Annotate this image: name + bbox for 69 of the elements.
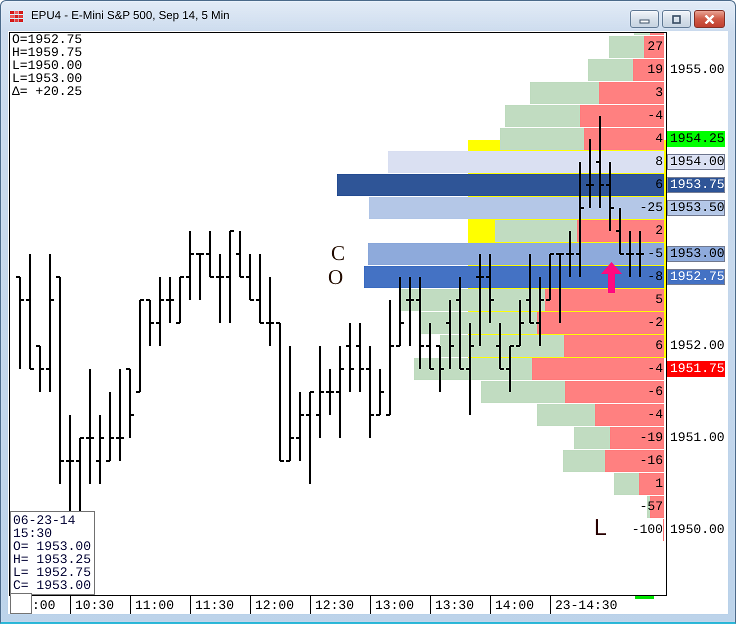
price-label: 1954.25 (667, 131, 725, 147)
time-label: 23-14:30 (550, 596, 618, 614)
price-label: 1953.50 (667, 200, 725, 216)
time-label: 12:00 (250, 596, 310, 614)
price-label: 1951.75 (667, 361, 725, 377)
bar-info-line: O= 1953.00 (13, 540, 92, 553)
price-label: 1953.00 (667, 246, 725, 262)
delta-value: 6 (655, 180, 663, 190)
price-label: 1950.00 (669, 522, 725, 538)
summary-line: L=1953.00 (12, 72, 82, 85)
minimize-button[interactable] (630, 10, 659, 28)
bar-info-line: H= 1953.25 (13, 553, 92, 566)
delta-value: 27 (647, 42, 663, 52)
delta-value: -2 (647, 318, 663, 328)
scroll-marker (635, 596, 654, 599)
bar-info-line: L= 1952.75 (13, 566, 92, 579)
maximize-icon (671, 14, 682, 24)
bid-volume-bar (614, 473, 639, 495)
marker-letter: L (594, 516, 607, 539)
delta-value: -8 (647, 272, 663, 282)
delta-value: -5 (647, 249, 663, 259)
delta-value: -19 (640, 433, 663, 443)
bar-info-line: 15:30 (13, 527, 54, 540)
time-label: 13:30 (430, 596, 490, 614)
delta-value: 8 (655, 157, 663, 167)
bid-volume-bar (563, 450, 605, 472)
price-label: 1955.00 (669, 62, 725, 78)
price-label: 1952.75 (667, 269, 725, 285)
delta-value: 4 (655, 134, 663, 144)
marker-letter: O (328, 267, 344, 288)
delta-value: -25 (640, 203, 663, 213)
delta-value: 19 (647, 65, 663, 75)
delta-value: -4 (647, 364, 663, 374)
time-label: 14:00 (490, 596, 550, 614)
time-label: 13:00 (370, 596, 430, 614)
time-label: 10:30 (70, 596, 130, 614)
summary-line: Δ= +20.25 (12, 85, 82, 98)
close-button[interactable] (694, 10, 725, 28)
window-title: EPU4 - E-Mini S&P 500, Sep 14, 5 Min (31, 10, 230, 22)
summary-line: H=1959.75 (12, 46, 82, 59)
delta-value: -6 (647, 387, 663, 397)
delta-value: 2 (655, 226, 663, 236)
bar-info-line: 06-23-14 (13, 514, 76, 527)
price-label: 1952.00 (669, 338, 725, 354)
summary-line: L=1950.00 (12, 59, 82, 72)
maximize-button[interactable] (662, 10, 691, 28)
delta-value: -57 (640, 502, 663, 512)
marker-letter: C (331, 243, 346, 264)
delta-value: -100 (632, 525, 663, 535)
time-label: 11:30 (190, 596, 250, 614)
bar-info-line: C= 1953.00 (13, 579, 92, 592)
delta-value: 3 (655, 88, 663, 98)
time-label: 11:00 (130, 596, 190, 614)
time-label: :00 (31, 597, 56, 614)
delta-value: 6 (655, 341, 663, 351)
delta-value: -4 (647, 410, 663, 420)
up-arrow-icon (601, 262, 622, 293)
ask-volume-bar (610, 427, 664, 449)
price-label: 1951.00 (669, 430, 725, 446)
close-icon (704, 14, 715, 24)
delta-value: 5 (655, 295, 663, 305)
price-label: 1954.00 (667, 154, 725, 170)
delta-value: 1 (655, 479, 663, 489)
price-label: 1953.75 (667, 177, 725, 193)
summary-line: O=1952.75 (12, 33, 82, 46)
time-label: 12:30 (310, 596, 370, 614)
grid-icon (10, 10, 23, 22)
delta-value: -4 (647, 111, 663, 121)
delta-value: -16 (640, 456, 663, 466)
